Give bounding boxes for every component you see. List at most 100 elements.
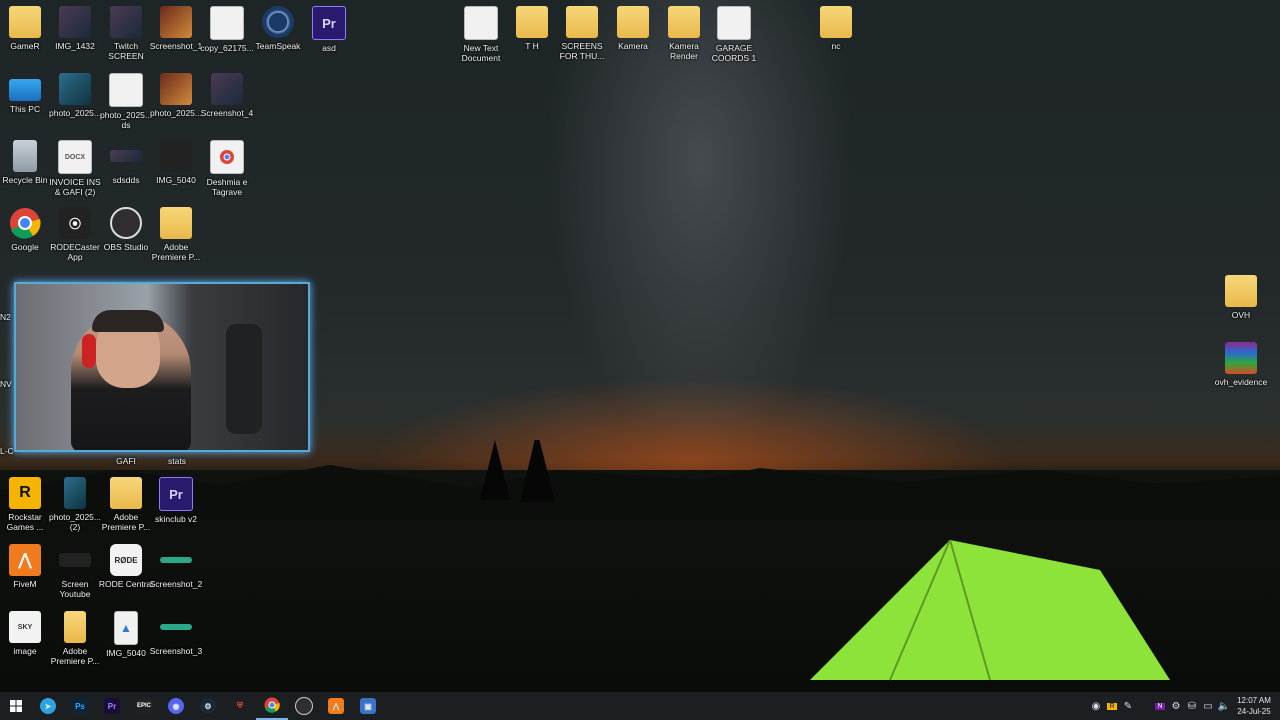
docx-file-icon: DOCX — [58, 140, 92, 174]
taskbar-fivem[interactable]: ⋀ — [320, 692, 352, 720]
hidden-label-n2: N2 — [0, 312, 11, 322]
desktop-icon-img-1432[interactable]: IMG_1432 — [50, 6, 100, 51]
rockstar-icon: R — [9, 477, 41, 509]
tray-clock[interactable]: 12:07 AM 24-Jul-25 — [1232, 695, 1276, 717]
desktop-icon-screens-for-thu[interactable]: SCREENS FOR THU... — [557, 6, 607, 61]
clock-time: 12:07 AM — [1237, 696, 1271, 705]
desktop-icon-screenshot-4[interactable]: Screenshot_4 — [201, 73, 253, 118]
premiere-folder-icon — [64, 611, 86, 643]
desktop-icon-img-5040-b[interactable]: ▲ IMG_5040 — [101, 611, 151, 658]
tray-network-icon[interactable]: ▭ — [1200, 692, 1216, 720]
tray-rockstar-icon[interactable]: R — [1104, 692, 1120, 720]
desktop-icon-teamspeak[interactable]: TeamSpeak — [253, 6, 303, 51]
desktop-icon-screen-youtube[interactable]: Screen Youtube — [50, 544, 100, 599]
taskbar-discord[interactable]: ◉ — [160, 692, 192, 720]
video-file-icon — [210, 6, 244, 40]
desktop-icon-photo-2025-b[interactable]: photo_2025... — [150, 73, 202, 118]
taskbar-shield-app[interactable]: ⛨ — [224, 692, 256, 720]
desktop: GameR IMG_1432 Twitch SCREEN Screenshot_… — [0, 0, 1280, 692]
desktop-icon-image[interactable]: SKY image — [0, 611, 50, 656]
webcam-headphones — [82, 334, 96, 368]
desktop-icon-screenshot-2[interactable]: Screenshot_2 — [150, 544, 202, 589]
desktop-icon-ovh-evidence[interactable]: ovh_evidence — [1215, 342, 1267, 387]
image-thumb-icon — [160, 73, 192, 105]
taskbar-epic-games[interactable]: EPIC — [128, 692, 160, 720]
chrome-file-icon — [210, 140, 244, 174]
discord-icon: ◉ — [168, 698, 184, 714]
tray-discord-icon[interactable]: ◉ — [1088, 692, 1104, 720]
steam-icon: ⚙ — [200, 698, 216, 714]
desktop-icon-kamera-render[interactable]: Kamera Render — [659, 6, 709, 61]
desktop-icon-asd[interactable]: Pr asd — [304, 6, 354, 53]
windows-start-icon — [10, 700, 22, 712]
tray-usb-icon[interactable]: ⛁ — [1184, 692, 1200, 720]
tray-volume-icon[interactable]: 🔈 — [1216, 692, 1232, 720]
tray-steam-icon[interactable]: ⚙ — [1168, 692, 1184, 720]
desktop-icon-this-pc[interactable]: This PC — [0, 73, 50, 114]
desktop-icon-invoice[interactable]: DOCX INVOICE INS & GAFI (2) — [49, 140, 101, 197]
text-file-icon — [464, 6, 498, 40]
text-file-icon — [717, 6, 751, 40]
image-thumb-icon — [211, 73, 243, 105]
image-file-icon: SKY — [9, 611, 41, 643]
desktop-icon-stats-label[interactable]: stats — [148, 456, 206, 466]
taskbar-explorer[interactable]: ▣ — [352, 692, 384, 720]
desktop-icon-copy-video[interactable]: copy_62175... — [200, 6, 254, 53]
premiere-project-icon: Pr — [159, 477, 193, 511]
telegram-icon: ➤ — [40, 698, 56, 714]
desktop-icon-gafi-label[interactable]: GAFI — [97, 456, 155, 466]
folder-icon — [516, 6, 548, 38]
desktop-icon-sdsdds[interactable]: sdsdds — [101, 140, 151, 185]
tray-hidden-app-icon[interactable] — [1136, 692, 1152, 720]
desktop-icon-screenshot-1[interactable]: Screenshot_1 — [150, 6, 202, 51]
desktop-icon-screenshot-3[interactable]: Screenshot_3 — [150, 611, 202, 656]
desktop-icon-recycle-bin[interactable]: Recycle Bin — [0, 140, 50, 185]
teamspeak-icon — [262, 6, 294, 38]
desktop-icon-skinclub[interactable]: Pr skinclub v2 — [151, 477, 201, 524]
folder-icon — [160, 207, 192, 239]
taskbar-telegram[interactable]: ➤ — [32, 692, 64, 720]
desktop-icon-adobe-premiere-folder-a[interactable]: Adobe Premiere P... — [151, 207, 201, 262]
chrome-icon — [264, 697, 280, 713]
taskbar-premiere[interactable]: Pr — [96, 692, 128, 720]
taskbar-chrome[interactable] — [256, 692, 288, 720]
desktop-icon-new-text-document[interactable]: New Text Document — [456, 6, 506, 63]
desktop-icon-kamera[interactable]: Kamera — [608, 6, 658, 51]
taskbar-obs[interactable] — [288, 692, 320, 720]
folder-icon — [668, 6, 700, 38]
winrar-archive-icon — [1225, 342, 1257, 374]
desktop-icon-nc[interactable]: nc — [811, 6, 861, 51]
fivem-icon: ⋀ — [328, 698, 344, 714]
taskbar-steam[interactable]: ⚙ — [192, 692, 224, 720]
tray-pen-icon[interactable]: ✎ — [1120, 692, 1136, 720]
taskbar-photoshop[interactable]: Ps — [64, 692, 96, 720]
image-thumb-icon — [59, 73, 91, 105]
fivem-icon: ⋀ — [9, 544, 41, 576]
desktop-icon-adobe-premiere-folder-c[interactable]: Adobe Premiere P... — [50, 611, 100, 666]
hidden-label-nv: NV — [0, 379, 12, 389]
desktop-icon-twitch-screen[interactable]: Twitch SCREEN — [101, 6, 151, 61]
desktop-icon-obs[interactable]: OBS Studio — [101, 207, 151, 252]
desktop-icon-rodecaster[interactable]: ⦿ RODECaster App — [50, 207, 100, 262]
image-thumb-icon — [160, 140, 192, 172]
webcam-chair — [226, 324, 262, 434]
desktop-icon-google[interactable]: Google — [0, 207, 50, 252]
desktop-icon-adobe-premiere-folder-b[interactable]: Adobe Premiere P... — [101, 477, 151, 532]
desktop-icon-photo-2025-ds[interactable]: photo_2025... ds — [100, 73, 152, 130]
webcam-overlay — [14, 282, 310, 452]
desktop-icon-t-h[interactable]: T H — [507, 6, 557, 51]
desktop-icon-photo-2025-2[interactable]: photo_2025... (2) — [49, 477, 101, 532]
desktop-icon-ovh[interactable]: OVH — [1216, 275, 1266, 320]
premiere-icon: Pr — [104, 698, 120, 714]
folder-icon — [1225, 275, 1257, 307]
desktop-icon-deshmia[interactable]: Deshmia e Tagrave — [202, 140, 252, 197]
desktop-icon-garage-coords[interactable]: GARAGE COORDS 1 — [709, 6, 759, 63]
desktop-icon-img-5040-a[interactable]: IMG_5040 — [151, 140, 201, 185]
start-button[interactable] — [0, 692, 32, 720]
tray-onenote-icon[interactable]: N — [1152, 692, 1168, 720]
desktop-icon-photo-2025-a[interactable]: photo_2025... — [49, 73, 101, 118]
desktop-icon-gamer[interactable]: GameR — [0, 6, 50, 51]
desktop-icon-rode-central[interactable]: RØDE RODE Central — [99, 544, 153, 589]
desktop-icon-fivem[interactable]: ⋀ FiveM — [0, 544, 50, 589]
desktop-icon-rockstar[interactable]: R Rockstar Games ... — [0, 477, 50, 532]
